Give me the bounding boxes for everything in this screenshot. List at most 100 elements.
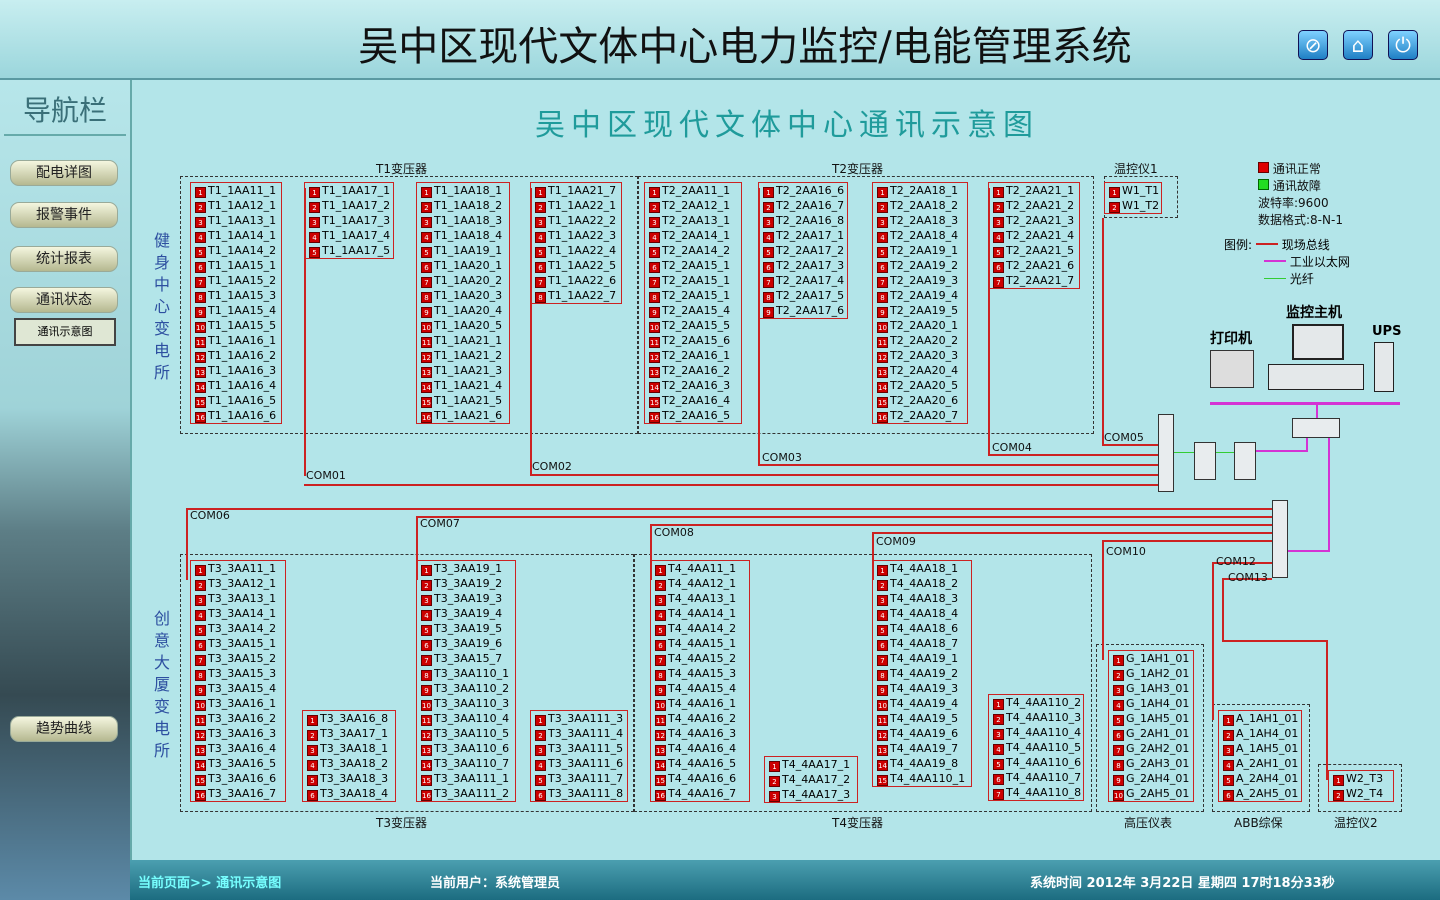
device-item[interactable]: 6 T2_2AA19_2 bbox=[873, 258, 967, 273]
device-item[interactable]: 1 T2_2AA11_1 bbox=[645, 183, 741, 198]
device-item[interactable]: 13 T1_1AA21_3 bbox=[417, 363, 509, 378]
device-item[interactable]: 7 T3_3AA15_2 bbox=[191, 651, 285, 666]
device-item[interactable]: 5 T3_3AA14_2 bbox=[191, 621, 285, 636]
device-item[interactable]: 10 T3_3AA16_1 bbox=[191, 696, 285, 711]
device-item[interactable]: 13 T4_4AA19_7 bbox=[873, 741, 971, 756]
device-item[interactable]: 7 T4_4AA110_8 bbox=[989, 785, 1083, 800]
device-item[interactable]: 14 T2_2AA16_3 bbox=[645, 378, 741, 393]
device-item[interactable]: 6 T4_4AA15_1 bbox=[651, 636, 749, 651]
device-item[interactable]: 6 T3_3AA111_8 bbox=[531, 786, 627, 801]
device-item[interactable]: 5 T1_1AA22_4 bbox=[531, 243, 621, 258]
nav-comm-status[interactable]: 通讯状态 bbox=[10, 287, 118, 313]
device-item[interactable]: 8 G_2AH3_01 bbox=[1109, 756, 1193, 771]
device-item[interactable]: 6 T4_4AA18_7 bbox=[873, 636, 971, 651]
device-item[interactable]: 7 T1_1AA22_6 bbox=[531, 273, 621, 288]
device-item[interactable]: 4 T1_1AA17_4 bbox=[305, 228, 393, 243]
device-item[interactable]: 12 T3_3AA16_3 bbox=[191, 726, 285, 741]
device-item[interactable]: 15 T3_3AA16_6 bbox=[191, 771, 285, 786]
device-item[interactable]: 10 T4_4AA16_1 bbox=[651, 696, 749, 711]
device-item[interactable]: 5 T1_1AA19_1 bbox=[417, 243, 509, 258]
device-item[interactable]: 5 T2_2AA19_1 bbox=[873, 243, 967, 258]
device-item[interactable]: 1 T1_1AA17_1 bbox=[305, 183, 393, 198]
device-item[interactable]: 14 T1_1AA16_4 bbox=[191, 378, 281, 393]
device-item[interactable]: 1 T1_1AA21_7 bbox=[531, 183, 621, 198]
nav-statistics-report[interactable]: 统计报表 bbox=[10, 246, 118, 272]
device-item[interactable]: 1 T2_2AA16_6 bbox=[759, 183, 847, 198]
device-item[interactable]: 5 T1_1AA17_5 bbox=[305, 243, 393, 258]
device-item[interactable]: 12 T4_4AA19_6 bbox=[873, 726, 971, 741]
device-item[interactable]: 15 T2_2AA16_4 bbox=[645, 393, 741, 408]
device-item[interactable]: 11 T2_2AA15_6 bbox=[645, 333, 741, 348]
device-item[interactable]: 13 T4_4AA16_4 bbox=[651, 741, 749, 756]
device-item[interactable]: 1 T4_4AA110_2 bbox=[989, 695, 1083, 710]
device-item[interactable]: 16 T2_2AA20_7 bbox=[873, 408, 967, 423]
device-item[interactable]: 2 T1_1AA17_2 bbox=[305, 198, 393, 213]
device-item[interactable]: 7 T2_2AA15_1 bbox=[645, 273, 741, 288]
device-item[interactable]: 2 W1_T2 bbox=[1105, 198, 1161, 213]
device-item[interactable]: 1 T2_2AA18_1 bbox=[873, 183, 967, 198]
nav-alarm-events[interactable]: 报警事件 bbox=[10, 202, 118, 228]
device-item[interactable]: 2 T4_4AA18_2 bbox=[873, 576, 971, 591]
device-item[interactable]: 6 G_2AH1_01 bbox=[1109, 726, 1193, 741]
device-item[interactable]: 4 T2_2AA21_4 bbox=[989, 228, 1079, 243]
device-item[interactable]: 6 T1_1AA15_1 bbox=[191, 258, 281, 273]
device-item[interactable]: 5 T4_4AA110_6 bbox=[989, 755, 1083, 770]
device-item[interactable]: 14 T4_4AA16_5 bbox=[651, 756, 749, 771]
device-item[interactable]: 5 T1_1AA14_2 bbox=[191, 243, 281, 258]
device-item[interactable]: 9 T2_2AA17_6 bbox=[759, 303, 847, 318]
device-item[interactable]: 5 T3_3AA111_7 bbox=[531, 771, 627, 786]
device-item[interactable]: 8 T4_4AA15_3 bbox=[651, 666, 749, 681]
device-item[interactable]: 14 T2_2AA20_5 bbox=[873, 378, 967, 393]
device-item[interactable]: 8 T1_1AA20_3 bbox=[417, 288, 509, 303]
device-item[interactable]: 6 T3_3AA19_6 bbox=[417, 636, 515, 651]
device-item[interactable]: 4 G_1AH4_01 bbox=[1109, 696, 1193, 711]
device-item[interactable]: 4 T1_1AA14_1 bbox=[191, 228, 281, 243]
device-item[interactable]: 5 T4_4AA14_2 bbox=[651, 621, 749, 636]
device-item[interactable]: 16 T3_3AA16_7 bbox=[191, 786, 285, 801]
device-item[interactable]: 7 T4_4AA15_2 bbox=[651, 651, 749, 666]
device-item[interactable]: 3 T3_3AA13_1 bbox=[191, 591, 285, 606]
device-item[interactable]: 2 T2_2AA12_1 bbox=[645, 198, 741, 213]
device-item[interactable]: 6 T3_3AA18_4 bbox=[303, 786, 395, 801]
serial-server-top[interactable] bbox=[1158, 414, 1174, 492]
device-item[interactable]: 12 T2_2AA16_1 bbox=[645, 348, 741, 363]
device-item[interactable]: 2 T4_4AA12_1 bbox=[651, 576, 749, 591]
device-item[interactable]: 16 T2_2AA16_5 bbox=[645, 408, 741, 423]
device-item[interactable]: 8 T1_1AA15_3 bbox=[191, 288, 281, 303]
device-item[interactable]: 5 G_1AH5_01 bbox=[1109, 711, 1193, 726]
device-item[interactable]: 9 T4_4AA15_4 bbox=[651, 681, 749, 696]
device-item[interactable]: 4 T3_3AA19_4 bbox=[417, 606, 515, 621]
device-item[interactable]: 12 T1_1AA16_2 bbox=[191, 348, 281, 363]
device-item[interactable]: 3 T2_2AA13_1 bbox=[645, 213, 741, 228]
device-item[interactable]: 6 T2_2AA15_1 bbox=[645, 258, 741, 273]
device-item[interactable]: 4 T1_1AA22_3 bbox=[531, 228, 621, 243]
device-item[interactable]: 4 T4_4AA18_4 bbox=[873, 606, 971, 621]
device-item[interactable]: 9 T4_4AA19_3 bbox=[873, 681, 971, 696]
device-item[interactable]: 4 A_2AH1_01 bbox=[1219, 756, 1301, 771]
device-item[interactable]: 2 T4_4AA17_2 bbox=[765, 772, 857, 787]
device-item[interactable]: 9 T1_1AA20_4 bbox=[417, 303, 509, 318]
device-item[interactable]: 1 W1_T1 bbox=[1105, 183, 1161, 198]
device-item[interactable]: 15 T1_1AA16_5 bbox=[191, 393, 281, 408]
device-item[interactable]: 2 A_1AH4_01 bbox=[1219, 726, 1301, 741]
device-item[interactable]: 3 T2_2AA18_3 bbox=[873, 213, 967, 228]
device-item[interactable]: 10 G_2AH5_01 bbox=[1109, 786, 1193, 801]
device-item[interactable]: 13 T1_1AA16_3 bbox=[191, 363, 281, 378]
device-item[interactable]: 1 G_1AH1_01 bbox=[1109, 651, 1193, 666]
device-item[interactable]: 4 T3_3AA18_2 bbox=[303, 756, 395, 771]
device-item[interactable]: 3 T4_4AA18_3 bbox=[873, 591, 971, 606]
device-item[interactable]: 3 T2_2AA16_8 bbox=[759, 213, 847, 228]
serial-server-bottom[interactable] bbox=[1272, 500, 1288, 578]
disable-icon[interactable]: ⊘ bbox=[1298, 30, 1328, 60]
host-cpu-icon[interactable] bbox=[1268, 364, 1364, 390]
device-item[interactable]: 2 T1_1AA22_1 bbox=[531, 198, 621, 213]
device-item[interactable]: 9 T2_2AA19_5 bbox=[873, 303, 967, 318]
ethernet-switch[interactable] bbox=[1292, 418, 1340, 438]
device-item[interactable]: 12 T2_2AA20_3 bbox=[873, 348, 967, 363]
device-item[interactable]: 5 A_2AH4_01 bbox=[1219, 771, 1301, 786]
monitor-icon[interactable] bbox=[1292, 324, 1344, 360]
power-icon[interactable]: ⏻ bbox=[1388, 30, 1418, 60]
device-item[interactable]: 4 T1_1AA18_4 bbox=[417, 228, 509, 243]
device-item[interactable]: 8 T1_1AA22_7 bbox=[531, 288, 621, 303]
device-item[interactable]: 5 T4_4AA18_6 bbox=[873, 621, 971, 636]
